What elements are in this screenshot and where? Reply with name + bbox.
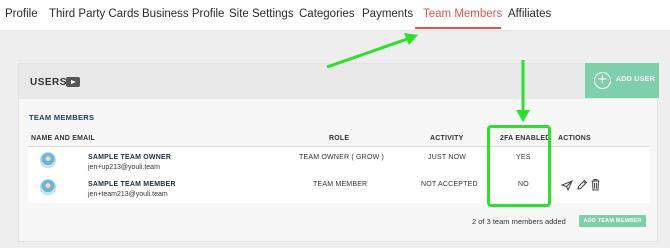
annotation-arrowhead-2fa [516,110,530,122]
annotation-arrow-to-tab [326,36,411,69]
annotation-arrows [326,33,530,122]
